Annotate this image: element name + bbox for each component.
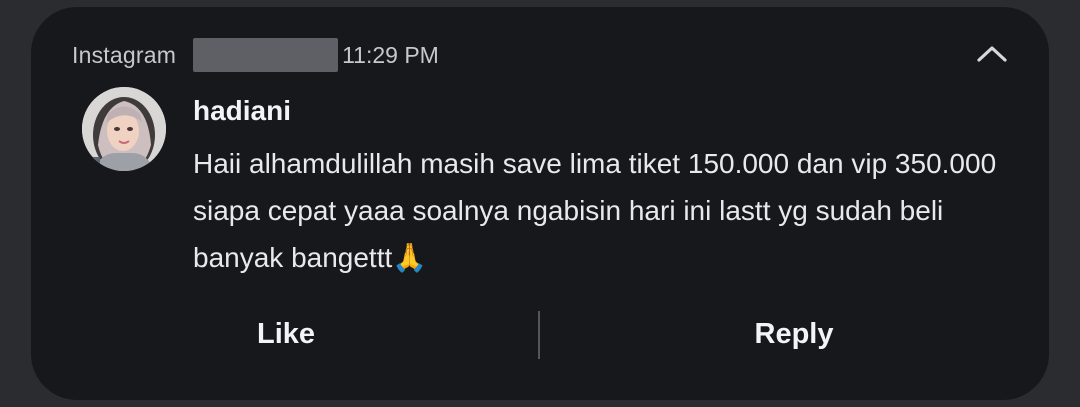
chevron-up-icon[interactable] (974, 41, 1010, 65)
app-name: Instagram (72, 41, 177, 68)
sender-name: hadiani (193, 95, 292, 126)
action-divider (538, 311, 540, 359)
avatar (82, 87, 166, 171)
notification-card[interactable]: Instagram 11:29 PM hadiani Haii alhamdul… (31, 7, 1049, 400)
like-button[interactable]: Like (211, 313, 361, 355)
message-text: Haii alhamdulillah masih save lima tiket… (193, 148, 997, 273)
reply-button[interactable]: Reply (719, 313, 869, 355)
timestamp: 11:29 PM (342, 41, 439, 68)
notification-header: Instagram 11:29 PM (72, 38, 439, 72)
redacted-block (193, 38, 339, 72)
